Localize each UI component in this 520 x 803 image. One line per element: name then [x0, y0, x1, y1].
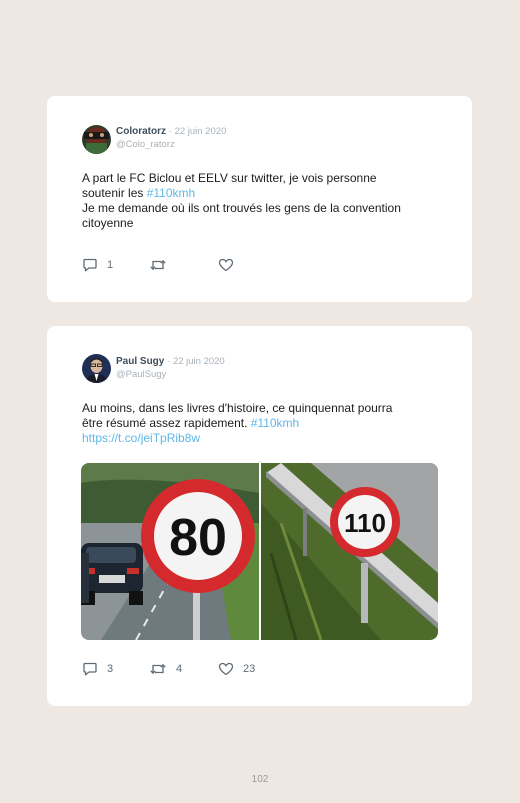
author-name[interactable]: Paul Sugy	[116, 356, 164, 367]
page-number: 102	[251, 774, 269, 785]
tweet-text-fragment: être résumé assez rapidement.	[82, 416, 251, 430]
tweet-text-line: être résumé assez rapidement. #110kmh	[82, 416, 442, 431]
like-button[interactable]	[218, 258, 243, 272]
tweet-card: Paul Sugy · 22 juin 2020 @PaulSugy Au mo…	[47, 326, 472, 706]
reply-icon	[83, 258, 97, 272]
tweet-text: Au moins, dans les livres d'histoire, ce…	[82, 401, 442, 446]
speed-sign-110-photo: 110	[261, 463, 438, 640]
hashtag-link[interactable]: #110kmh	[251, 416, 299, 430]
tweet-date[interactable]: · 22 juin 2020	[169, 126, 227, 137]
like-button[interactable]: 23	[218, 662, 255, 676]
retweet-icon	[150, 663, 166, 675]
tweet-url-link[interactable]: https://t.co/jeiTpRib8w	[82, 431, 442, 446]
retweet-icon	[150, 259, 166, 271]
tweet-text-fragment: soutenir les	[82, 186, 147, 200]
speed-sign-80-photo: 80	[81, 463, 259, 640]
tweet-text-line: A part le FC Biclou et EELV sur twitter,…	[82, 171, 377, 185]
retweet-count: 4	[176, 663, 183, 675]
avatar[interactable]	[82, 354, 111, 383]
author-line: Paul Sugy · 22 juin 2020	[116, 356, 225, 367]
reply-button[interactable]: 3	[82, 662, 113, 676]
reply-icon	[83, 662, 97, 676]
avatar[interactable]	[82, 125, 111, 154]
tweet-text: A part le FC Biclou et EELV sur twitter,…	[82, 171, 442, 231]
like-count: 23	[243, 663, 256, 675]
author-name[interactable]: Coloratorz	[116, 126, 166, 137]
retweet-button[interactable]	[149, 258, 176, 272]
tweet-text-line: Je me demande où ils ont trouvés les gen…	[82, 201, 401, 215]
tweet-text-line: citoyenne	[82, 216, 134, 230]
heart-icon	[218, 258, 234, 272]
tweet-text-line: soutenir les #110kmh	[82, 186, 442, 201]
retweet-button[interactable]: 4	[149, 662, 182, 676]
heart-icon	[218, 662, 234, 676]
sign-80-label: 80	[169, 509, 227, 567]
tweet-media[interactable]: 80 110	[81, 463, 438, 640]
author-handle[interactable]: @PaulSugy	[116, 369, 166, 380]
tweet-text-line: Au moins, dans les livres d'histoire, ce…	[82, 401, 393, 415]
tweet-card: Coloratorz · 22 juin 2020 @Colo_ratorz A…	[47, 96, 472, 302]
author-line: Coloratorz · 22 juin 2020	[116, 126, 226, 137]
reply-count: 1	[107, 259, 114, 271]
sign-110-label: 110	[344, 508, 386, 538]
author-handle[interactable]: @Colo_ratorz	[116, 139, 175, 150]
reply-count: 3	[107, 663, 114, 675]
hashtag-link[interactable]: #110kmh	[147, 186, 195, 200]
tweet-date[interactable]: · 22 juin 2020	[167, 356, 225, 367]
reply-button[interactable]: 1	[82, 258, 113, 272]
